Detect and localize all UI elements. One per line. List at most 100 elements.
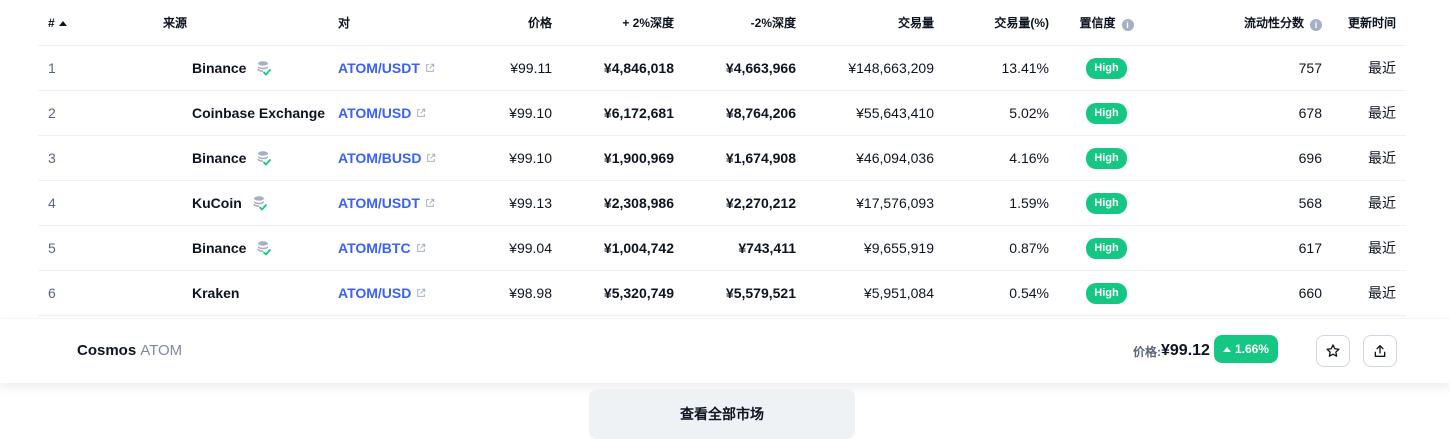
col-source-header[interactable]: 来源 xyxy=(98,0,338,46)
pair-link[interactable]: ATOM/BTC xyxy=(338,240,411,256)
confidence-badge: High xyxy=(1086,192,1127,214)
exchange-name[interactable]: Kraken xyxy=(192,285,239,301)
pair-link[interactable]: ATOM/USDT xyxy=(338,60,420,76)
row-source[interactable]: KuCoin xyxy=(98,180,338,226)
markets-table-container: # 来源 对 价格 + 2%深度 -2%深度 交易量 交易量(%) 置信度 i 流… xyxy=(38,0,1406,316)
info-icon[interactable]: i xyxy=(1310,19,1322,31)
row-volume-pct: 0.54% xyxy=(934,270,1049,316)
row-depth-minus: ¥2,270,212 xyxy=(674,180,796,226)
row-rank: 1 xyxy=(38,45,98,91)
col-price-header[interactable]: 价格 xyxy=(488,0,552,46)
confidence-badge: High xyxy=(1086,237,1127,259)
info-icon[interactable]: i xyxy=(1121,19,1134,31)
row-rank: 6 xyxy=(38,270,98,316)
coin-name: Cosmos xyxy=(77,342,137,359)
row-confidence: High xyxy=(1049,45,1164,91)
row-rank: 3 xyxy=(38,135,98,181)
row-pair[interactable]: ATOM/USD xyxy=(338,270,488,316)
row-updated: 最近 xyxy=(1322,225,1406,271)
col-pair-header[interactable]: 对 xyxy=(338,0,488,46)
price-label: 价格: xyxy=(1133,344,1161,359)
row-depth-minus: ¥743,411 xyxy=(674,225,796,271)
verified-exchange-icon xyxy=(257,151,272,166)
table-row: 1 Binance ATOM/USDT ¥99.11 ¥4,846,018 ¥4,663,… xyxy=(38,45,1406,91)
table-header-row: # 来源 对 价格 + 2%深度 -2%深度 交易量 交易量(%) 置信度 i 流… xyxy=(38,0,1406,46)
external-link-icon xyxy=(426,198,435,207)
row-volume: ¥148,663,209 xyxy=(796,45,934,91)
row-pair[interactable]: ATOM/USD xyxy=(338,90,488,136)
pair-link[interactable]: ATOM/USD xyxy=(338,285,411,301)
row-volume-pct: 1.59% xyxy=(934,180,1049,226)
col-liquidity-header[interactable]: 流动性分数 i xyxy=(1164,0,1322,46)
col-volume-pct-header[interactable]: 交易量(%) xyxy=(934,0,1049,46)
confidence-badge: High xyxy=(1086,282,1127,304)
view-all-markets-button[interactable]: 查看全部市场 xyxy=(589,389,855,439)
row-confidence: High xyxy=(1049,135,1164,181)
share-icon xyxy=(1374,345,1386,357)
row-updated: 最近 xyxy=(1322,270,1406,316)
row-liquidity: 696 xyxy=(1164,135,1322,181)
row-pair[interactable]: ATOM/USDT xyxy=(338,45,488,91)
pair-link[interactable]: ATOM/USD xyxy=(338,105,411,121)
row-updated: 最近 xyxy=(1322,90,1406,136)
col-depth-minus-header[interactable]: -2%深度 xyxy=(674,0,796,46)
confidence-badge: High xyxy=(1086,57,1127,79)
caret-up-icon xyxy=(1222,346,1231,352)
row-liquidity: 568 xyxy=(1164,180,1322,226)
coin-symbol: ATOM xyxy=(140,342,183,359)
exchange-name[interactable]: Coinbase Exchange xyxy=(192,105,325,121)
row-depth-minus: ¥8,764,206 xyxy=(674,90,796,136)
external-link-icon xyxy=(416,243,425,252)
star-icon xyxy=(1326,344,1340,357)
row-depth-plus: ¥1,004,742 xyxy=(552,225,674,271)
col-confidence-header[interactable]: 置信度 i xyxy=(1049,0,1164,46)
row-depth-minus: ¥4,663,966 xyxy=(674,45,796,91)
row-pair[interactable]: ATOM/BUSD xyxy=(338,135,488,181)
row-volume: ¥55,643,410 xyxy=(796,90,934,136)
table-body: 1 Binance ATOM/USDT ¥99.11 ¥4,846,018 ¥4,663,… xyxy=(38,45,1406,316)
row-confidence: High xyxy=(1049,225,1164,271)
sticky-coin-bar: Cosmos ATOM 价格: ¥99.12 1.66% xyxy=(0,318,1450,383)
row-depth-plus: ¥5,320,749 xyxy=(552,270,674,316)
row-price: ¥99.10 xyxy=(488,135,552,181)
row-volume: ¥9,655,919 xyxy=(796,225,934,271)
col-depth-plus-header[interactable]: + 2%深度 xyxy=(552,0,674,46)
col-rank-header[interactable]: # xyxy=(38,0,98,46)
pair-link[interactable]: ATOM/BUSD xyxy=(338,150,421,166)
col-updated-header[interactable]: 更新时间 xyxy=(1322,0,1406,46)
share-button[interactable] xyxy=(1363,335,1397,367)
row-liquidity: 660 xyxy=(1164,270,1322,316)
exchange-name[interactable]: Binance xyxy=(192,150,246,166)
exchange-name[interactable]: Binance xyxy=(192,60,246,76)
row-price: ¥99.04 xyxy=(488,225,552,271)
external-link-icon xyxy=(427,153,436,162)
row-updated: 最近 xyxy=(1322,180,1406,226)
row-source[interactable]: Binance xyxy=(98,45,338,91)
row-depth-plus: ¥2,308,986 xyxy=(552,180,674,226)
row-liquidity: 678 xyxy=(1164,90,1322,136)
row-volume-pct: 5.02% xyxy=(934,90,1049,136)
row-source[interactable]: Binance xyxy=(98,225,338,271)
row-confidence: High xyxy=(1049,90,1164,136)
row-volume-pct: 13.41% xyxy=(934,45,1049,91)
row-price: ¥99.10 xyxy=(488,90,552,136)
row-pair[interactable]: ATOM/BTC xyxy=(338,225,488,271)
row-source[interactable]: Kraken xyxy=(98,270,338,316)
row-pair[interactable]: ATOM/USDT xyxy=(338,180,488,226)
row-depth-minus: ¥1,674,908 xyxy=(674,135,796,181)
pair-link[interactable]: ATOM/USDT xyxy=(338,195,420,211)
exchange-name[interactable]: Binance xyxy=(192,240,246,256)
row-depth-plus: ¥6,172,681 xyxy=(552,90,674,136)
markets-table: # 来源 对 价格 + 2%深度 -2%深度 交易量 交易量(%) 置信度 i 流… xyxy=(38,0,1406,316)
watchlist-star-button[interactable] xyxy=(1316,335,1350,367)
col-volume-header[interactable]: 交易量 xyxy=(796,0,934,46)
row-source[interactable]: Binance xyxy=(98,135,338,181)
row-source[interactable]: Coinbase Exchange xyxy=(98,90,338,136)
external-link-icon xyxy=(417,288,426,297)
table-row: 5 Binance ATOM/BTC ¥99.04 ¥1,004,742 ¥743,411… xyxy=(38,225,1406,271)
row-rank: 4 xyxy=(38,180,98,226)
row-volume: ¥17,576,093 xyxy=(796,180,934,226)
verified-exchange-icon xyxy=(252,196,267,211)
external-link-icon xyxy=(426,63,435,72)
exchange-name[interactable]: KuCoin xyxy=(192,195,242,211)
